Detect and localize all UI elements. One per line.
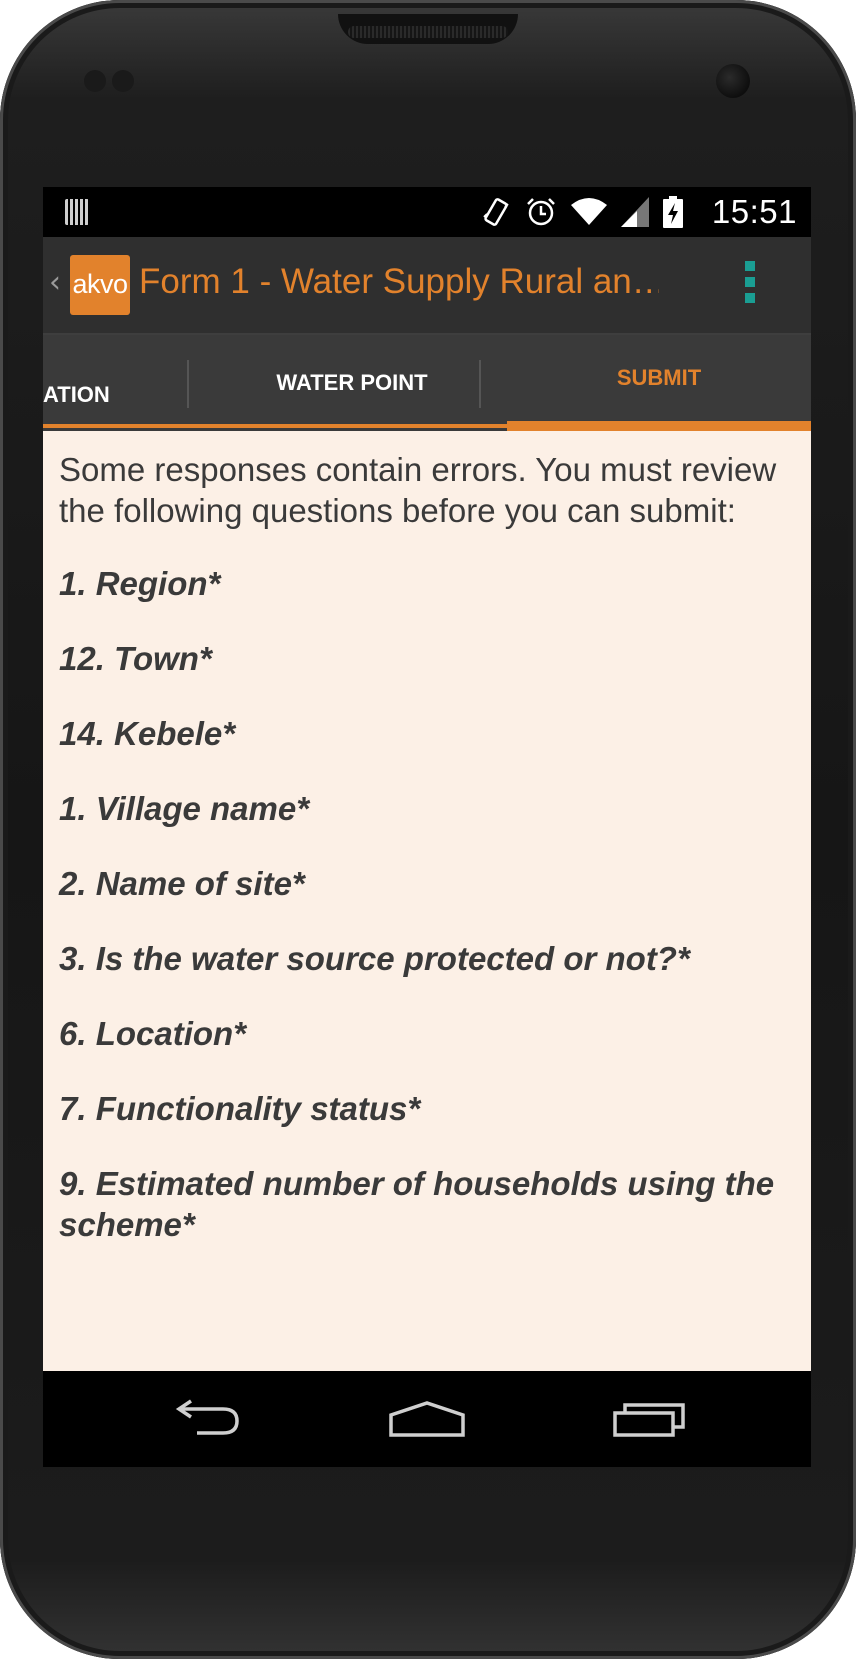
front-camera <box>716 64 750 98</box>
tab-divider <box>479 360 481 408</box>
home-icon[interactable] <box>387 1399 467 1439</box>
signal-icon <box>621 197 649 227</box>
tab-submit[interactable]: SUBMIT <box>507 335 811 431</box>
error-question-link[interactable]: 12. Town* <box>59 638 799 679</box>
overflow-menu-icon[interactable] <box>743 261 757 309</box>
submit-content: Some responses contain errors. You must … <box>59 449 799 1279</box>
app-logo[interactable]: akvo <box>70 255 130 315</box>
recent-apps-icon[interactable] <box>611 1399 691 1439</box>
error-question-link[interactable]: 1. Region* <box>59 563 799 604</box>
tab-bar: ATION WATER POINT SUBMIT <box>43 335 811 431</box>
tab-water-point[interactable]: WATER POINT <box>197 335 507 431</box>
tab-strip-underline <box>43 424 507 428</box>
tab-divider <box>187 360 189 408</box>
light-sensor <box>112 70 134 92</box>
error-question-link[interactable]: 14. Kebele* <box>59 713 799 754</box>
status-icons <box>481 196 683 228</box>
wifi-icon <box>571 198 607 225</box>
speaker-grille <box>348 26 508 38</box>
error-intro-text: Some responses contain errors. You must … <box>59 451 777 529</box>
up-navigation-icon[interactable]: ‹ <box>49 265 61 300</box>
error-question-link[interactable]: 7. Functionality status* <box>59 1088 799 1129</box>
screen: 15:51 ‹ akvo Form 1 - Water Supply Rural… <box>43 187 811 1467</box>
battery-charging-icon <box>663 196 683 228</box>
navigation-bar <box>43 1371 811 1467</box>
error-question-link[interactable]: 3. Is the water source protected or not?… <box>59 938 799 979</box>
proximity-sensor <box>84 70 106 92</box>
alarm-icon <box>527 198 555 226</box>
vibrate-icon <box>483 198 509 226</box>
back-icon[interactable] <box>167 1399 247 1439</box>
form-title: Form 1 - Water Supply Rural an… <box>139 262 659 301</box>
error-question-link[interactable]: 6. Location* <box>59 1013 799 1054</box>
action-bar: ‹ akvo Form 1 - Water Supply Rural an… <box>43 237 811 335</box>
sim-card-icon <box>65 199 89 225</box>
status-bar: 15:51 <box>43 187 811 237</box>
phone-device: 15:51 ‹ akvo Form 1 - Water Supply Rural… <box>0 0 856 1659</box>
error-question-link[interactable]: 1. Village name* <box>59 788 799 829</box>
tab-location[interactable]: ATION <box>43 335 197 431</box>
error-question-link[interactable]: 9. Estimated number of households using … <box>59 1163 799 1245</box>
error-question-link[interactable]: 2. Name of site* <box>59 863 799 904</box>
clock: 15:51 <box>711 193 797 230</box>
